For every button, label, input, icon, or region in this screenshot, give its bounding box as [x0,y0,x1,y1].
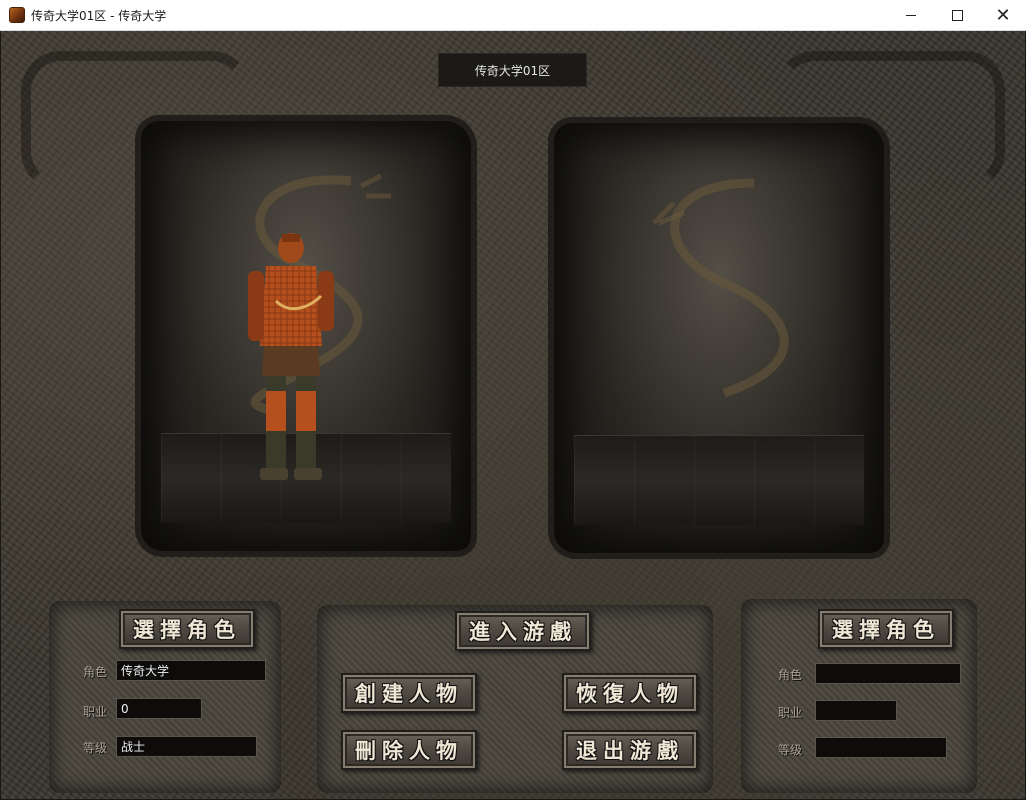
window-titlebar[interactable]: 传奇大学01区 - 传奇大学 ✕ [0,0,1026,31]
select-character-left-button[interactable]: 選擇角色 [119,609,255,649]
dragon-carving [652,178,789,398]
select-character-right-button[interactable]: 選擇角色 [818,609,954,649]
level-field-left: 战士 [116,736,257,757]
warrior-character[interactable] [236,226,346,496]
server-name: 传奇大学01区 [438,53,587,87]
character-select-screen: 传奇大学01区 選擇角色 角色 传奇大学 职业 0 等级 战士 進入游戲 創建人… [1,31,1025,799]
job-label-right: 职业 [778,706,803,720]
level-label-left: 等级 [83,741,108,755]
maximize-button[interactable] [934,0,980,31]
exit-game-button[interactable]: 退出游戲 [562,730,698,770]
role-field-left: 传奇大学 [116,660,266,681]
app-icon [9,7,25,23]
role-label-left: 角色 [83,665,108,679]
job-field-left: 0 [116,698,202,719]
window-title: 传奇大学01区 - 传奇大学 [31,8,167,23]
job-field-right [815,700,897,721]
minimize-button[interactable] [888,0,934,31]
character-frame-right[interactable] [554,123,884,553]
window-controls: ✕ [888,0,1026,31]
enter-game-button[interactable]: 進入游戲 [455,611,591,651]
level-field-right [815,737,947,758]
delete-character-button[interactable]: 刪除人物 [341,730,477,770]
close-button[interactable]: ✕ [980,0,1026,31]
job-label-left: 职业 [83,705,108,719]
restore-character-button[interactable]: 恢復人物 [562,673,698,713]
stone-floor [574,435,864,525]
level-label-right: 等级 [778,743,803,757]
role-field-right [815,663,961,684]
role-label-right: 角色 [778,668,803,682]
create-character-button[interactable]: 創建人物 [341,673,477,713]
character-frame-left[interactable] [141,121,471,551]
